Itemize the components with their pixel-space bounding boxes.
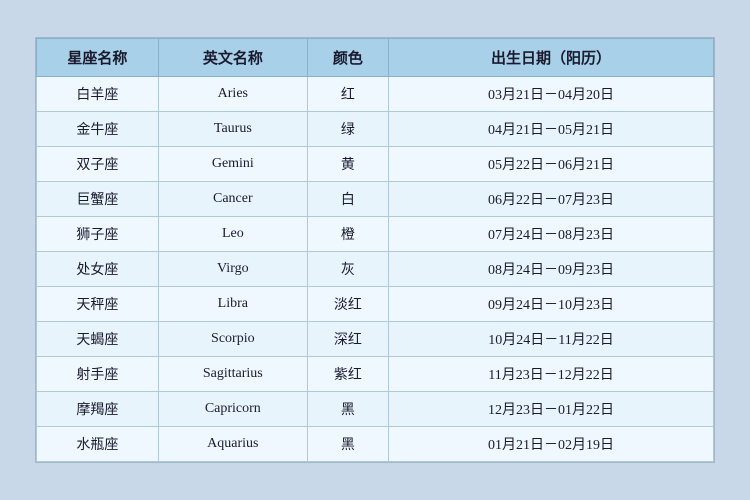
cell-en-name: Virgo [158,252,307,287]
cell-zh-name: 金牛座 [37,112,159,147]
cell-color: 黑 [307,427,388,462]
cell-en-name: Taurus [158,112,307,147]
cell-zh-name: 天蝎座 [37,322,159,357]
cell-en-name: Aquarius [158,427,307,462]
cell-en-name: Gemini [158,147,307,182]
cell-en-name: Aries [158,77,307,112]
table-header-row: 星座名称 英文名称 颜色 出生日期（阳历） [37,39,714,77]
cell-color: 橙 [307,217,388,252]
table-body: 白羊座Aries红03月21日－04月20日金牛座Taurus绿04月21日－0… [37,77,714,462]
cell-date: 01月21日－02月19日 [389,427,714,462]
cell-date: 12月23日－01月22日 [389,392,714,427]
table-row: 狮子座Leo橙07月24日－08月23日 [37,217,714,252]
cell-en-name: Libra [158,287,307,322]
cell-color: 红 [307,77,388,112]
cell-date: 08月24日－09月23日 [389,252,714,287]
table-row: 射手座Sagittarius紫红11月23日－12月22日 [37,357,714,392]
cell-date: 11月23日－12月22日 [389,357,714,392]
cell-date: 03月21日－04月20日 [389,77,714,112]
cell-en-name: Leo [158,217,307,252]
cell-date: 09月24日－10月23日 [389,287,714,322]
cell-zh-name: 处女座 [37,252,159,287]
zodiac-table-container: 星座名称 英文名称 颜色 出生日期（阳历） 白羊座Aries红03月21日－04… [35,37,715,463]
cell-color: 绿 [307,112,388,147]
table-row: 白羊座Aries红03月21日－04月20日 [37,77,714,112]
header-color: 颜色 [307,39,388,77]
table-row: 天蝎座Scorpio深红10月24日－11月22日 [37,322,714,357]
cell-date: 04月21日－05月21日 [389,112,714,147]
cell-en-name: Cancer [158,182,307,217]
cell-color: 白 [307,182,388,217]
table-row: 处女座Virgo灰08月24日－09月23日 [37,252,714,287]
cell-en-name: Capricorn [158,392,307,427]
cell-zh-name: 巨蟹座 [37,182,159,217]
header-date: 出生日期（阳历） [389,39,714,77]
table-row: 巨蟹座Cancer白06月22日－07月23日 [37,182,714,217]
table-row: 水瓶座Aquarius黑01月21日－02月19日 [37,427,714,462]
cell-date: 05月22日－06月21日 [389,147,714,182]
cell-date: 10月24日－11月22日 [389,322,714,357]
cell-color: 紫红 [307,357,388,392]
cell-zh-name: 水瓶座 [37,427,159,462]
zodiac-table: 星座名称 英文名称 颜色 出生日期（阳历） 白羊座Aries红03月21日－04… [36,38,714,462]
cell-zh-name: 射手座 [37,357,159,392]
table-row: 天秤座Libra淡红09月24日－10月23日 [37,287,714,322]
cell-zh-name: 狮子座 [37,217,159,252]
cell-color: 淡红 [307,287,388,322]
cell-en-name: Sagittarius [158,357,307,392]
cell-zh-name: 摩羯座 [37,392,159,427]
cell-date: 07月24日－08月23日 [389,217,714,252]
cell-en-name: Scorpio [158,322,307,357]
table-row: 摩羯座Capricorn黑12月23日－01月22日 [37,392,714,427]
cell-zh-name: 天秤座 [37,287,159,322]
cell-date: 06月22日－07月23日 [389,182,714,217]
header-zh-name: 星座名称 [37,39,159,77]
cell-zh-name: 双子座 [37,147,159,182]
cell-color: 深红 [307,322,388,357]
header-en-name: 英文名称 [158,39,307,77]
table-row: 金牛座Taurus绿04月21日－05月21日 [37,112,714,147]
cell-zh-name: 白羊座 [37,77,159,112]
table-row: 双子座Gemini黄05月22日－06月21日 [37,147,714,182]
cell-color: 灰 [307,252,388,287]
cell-color: 黑 [307,392,388,427]
cell-color: 黄 [307,147,388,182]
